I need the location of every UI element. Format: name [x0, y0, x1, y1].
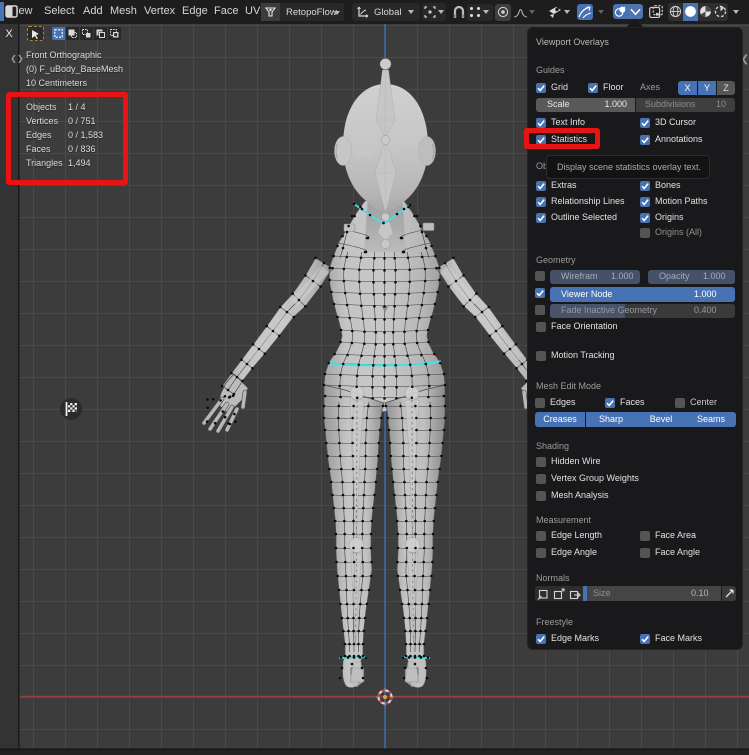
svg-text:❮❯: ❮❯ [10, 54, 23, 63]
svg-text:X: X [5, 28, 13, 40]
